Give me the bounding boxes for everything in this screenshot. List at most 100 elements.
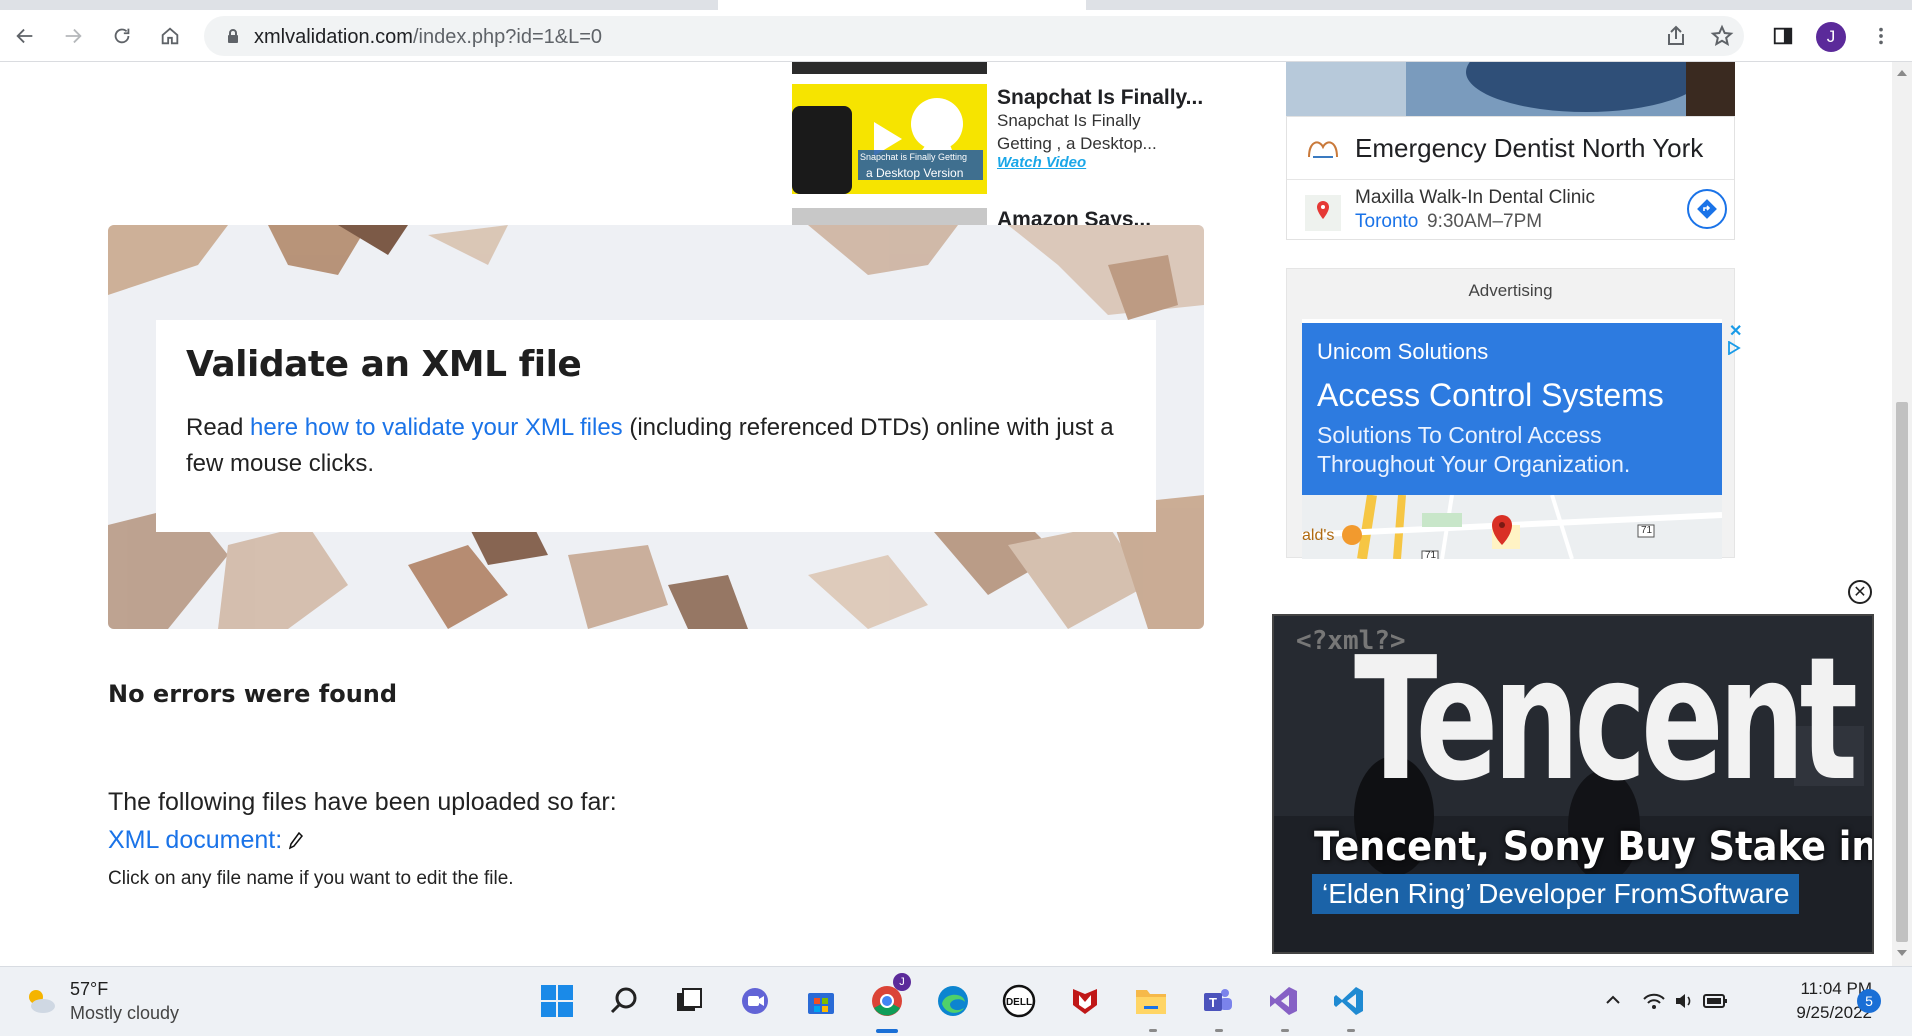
reload-button[interactable] (105, 19, 139, 53)
floating-video-player[interactable]: <?xml?> Tencent Tencent, Sony Buy Stake … (1272, 614, 1874, 954)
advertising-label: Advertising (1468, 281, 1553, 300)
dentist-ad-title[interactable]: Emergency Dentist North York (1355, 133, 1703, 164)
validation-help-link[interactable]: here how to validate your XML files (250, 414, 623, 441)
notification-badge[interactable]: 5 (1857, 989, 1881, 1013)
url-text[interactable]: xmlvalidation.com/index.php?id=1&L=0 (254, 26, 602, 49)
visual-studio-button[interactable] (1263, 981, 1303, 1021)
video-thumbnail-partial[interactable] (792, 62, 987, 74)
dell-button[interactable]: DELL (999, 981, 1039, 1021)
chrome-menu-button[interactable] (1864, 19, 1898, 53)
ad-description: Solutions To Control Access Throughout Y… (1317, 422, 1631, 477)
vscode-icon (1334, 987, 1363, 1015)
battery-icon (1703, 994, 1727, 1008)
advertising-box: Advertising Unicom Solutions Access Cont… (1286, 268, 1742, 559)
adchoices-icon[interactable] (1727, 341, 1741, 355)
xml-document-link[interactable]: XML document: (108, 826, 304, 855)
xml-document-link-label[interactable]: XML document: (108, 826, 282, 854)
address-bar[interactable]: xmlvalidation.com/index.php?id=1&L=0 (204, 16, 1744, 56)
clinic-city[interactable]: Toronto (1355, 211, 1418, 233)
back-button[interactable] (8, 19, 42, 53)
mcafee-shield-icon (1073, 989, 1097, 1014)
forward-arrow-icon (65, 28, 82, 44)
ad-brand[interactable]: Unicom Solutions (1317, 339, 1488, 365)
close-video-button[interactable]: ✕ (1848, 580, 1872, 604)
scrollbar-thumb[interactable] (1896, 402, 1908, 942)
uploaded-files-intro: The following files have been uploaded s… (108, 788, 617, 816)
store-button[interactable] (801, 981, 841, 1021)
clock-date[interactable]: 9/25/2022 (1760, 1003, 1872, 1023)
ad-map[interactable]: ald's 71 71 (1302, 495, 1722, 559)
mcafee-button[interactable] (1065, 981, 1105, 1021)
active-tab[interactable] (718, 0, 1086, 10)
ad-close-icon[interactable]: ✕ (1729, 321, 1742, 341)
video-headline-1: Tencent, Sony Buy Stake in (1314, 824, 1874, 870)
running-indicator (1149, 1029, 1157, 1032)
dentist-ad-image[interactable] (1286, 62, 1735, 116)
system-tray-icons[interactable] (1640, 989, 1740, 1013)
bookmark-star-icon[interactable] (1710, 24, 1734, 48)
visual-studio-icon (1270, 987, 1297, 1015)
validate-hero-banner: Validate an XML file Read here how to va… (108, 225, 1204, 629)
clinic-hours: 9:30AM–7PM (1427, 211, 1543, 232)
map-route-marker-1: 71 (1641, 525, 1653, 536)
weather-temperature[interactable]: 57°F (70, 979, 108, 1000)
side-panel-button[interactable] (1766, 19, 1800, 53)
scroll-down-arrow-icon[interactable] (1897, 950, 1907, 956)
ad-headline[interactable]: Access Control Systems (1317, 377, 1664, 414)
watch-video-link[interactable]: Watch Video (997, 154, 1086, 171)
unicom-ad[interactable]: Unicom Solutions Access Control Systems … (1302, 319, 1742, 559)
video-title-snapchat[interactable]: Snapchat Is Finally... (997, 86, 1203, 110)
directions-button[interactable] (1687, 189, 1727, 229)
dentist-photo (1286, 62, 1735, 116)
video-thumbnail-snapchat[interactable]: Snapchat is Finally Getting a Desktop Ve… (792, 84, 987, 194)
show-hidden-icons-chevron-icon[interactable] (1604, 991, 1622, 1009)
validation-status: No errors were found (108, 680, 398, 708)
clinic-logo-icon (1308, 141, 1338, 158)
side-panel-icon (1773, 27, 1793, 45)
video-sign-text: Tencent (1354, 621, 1858, 819)
page-content: Snapchat is Finally Getting a Desktop Ve… (0, 62, 1892, 966)
thumb-caption-2: a Desktop Version (866, 166, 964, 180)
dell-icon: DELL (1002, 984, 1036, 1018)
dentist-ad[interactable]: Emergency Dentist North York Maxilla Wal… (1286, 116, 1735, 240)
task-view-button[interactable] (669, 981, 709, 1021)
share-icon[interactable] (1664, 24, 1688, 48)
page-title: Validate an XML file (186, 344, 582, 385)
browser-toolbar: xmlvalidation.com/index.php?id=1&L=0 J (0, 10, 1912, 62)
search-icon (610, 987, 637, 1014)
forward-button[interactable] (56, 19, 90, 53)
edge-icon (938, 986, 968, 1016)
partly-cloudy-icon[interactable] (22, 983, 58, 1019)
chrome-button[interactable]: J (867, 973, 911, 1021)
url-path: /index.php?id=1&L=0 (412, 26, 603, 48)
windows-logo-icon (541, 985, 573, 1017)
clinic-name[interactable]: Maxilla Walk-In Dental Clinic (1355, 187, 1595, 209)
clock-time[interactable]: 11:04 PM (1760, 979, 1872, 999)
running-indicator (1347, 1029, 1355, 1032)
vscode-button[interactable] (1329, 981, 1369, 1021)
teams-button[interactable]: T (1197, 981, 1237, 1021)
search-button[interactable] (604, 981, 644, 1021)
weather-description[interactable]: Mostly cloudy (70, 1003, 179, 1024)
edit-hint: Click on any file name if you want to ed… (108, 868, 514, 889)
home-button[interactable] (153, 19, 187, 53)
chrome-profile-badge: J (893, 973, 911, 991)
map-route-marker-2: 71 (1425, 550, 1437, 559)
scroll-up-arrow-icon[interactable] (1897, 70, 1907, 76)
start-button[interactable] (537, 981, 577, 1021)
profile-avatar[interactable]: J (1816, 22, 1846, 52)
chat-button[interactable] (735, 981, 775, 1021)
active-app-indicator (876, 1029, 898, 1033)
home-icon (161, 27, 179, 45)
teams-icon: T (1204, 989, 1232, 1011)
more-vertical-icon (1879, 27, 1883, 45)
edge-button[interactable] (933, 981, 973, 1021)
video-headline-2: ‘Elden Ring’ Developer FromSoftware (1312, 874, 1800, 914)
hero-text-before: Read (186, 414, 251, 441)
windows-taskbar: 57°F Mostly cloudy J DELL T 11:04 PM 9/2… (0, 966, 1912, 1036)
thumb-caption-1: Snapchat is Finally Getting (860, 152, 968, 162)
file-explorer-button[interactable] (1131, 981, 1171, 1021)
page-scrollbar[interactable] (1892, 62, 1912, 966)
lock-icon[interactable] (224, 27, 242, 45)
unicom-ad-banner[interactable]: Unicom Solutions Access Control Systems … (1302, 323, 1722, 495)
